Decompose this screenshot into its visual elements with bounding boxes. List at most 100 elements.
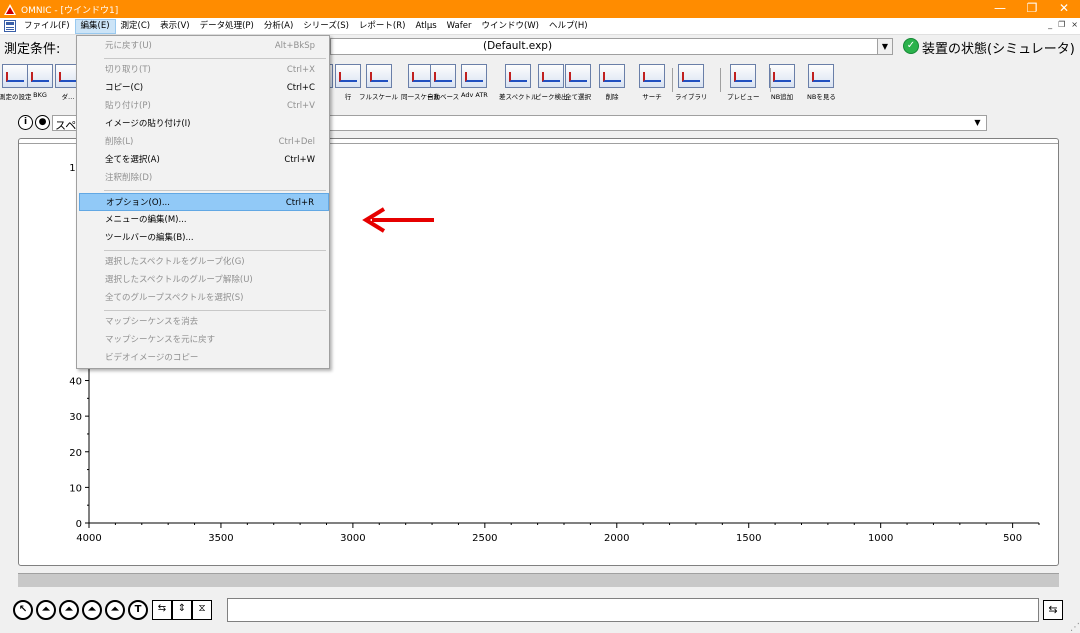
toolbar-label: 削除 bbox=[605, 93, 619, 101]
toolbar-button-24[interactable]: NB追加 bbox=[769, 64, 795, 101]
edit-menu-item-11[interactable]: メニューの編集(M)... bbox=[79, 211, 329, 229]
menu-item-label: マップシーケンスを消去 bbox=[105, 317, 199, 327]
edit-menu-item-2[interactable]: 切り取り(T) Ctrl+X bbox=[79, 61, 329, 79]
toolbar-button-20[interactable]: 削除 bbox=[599, 64, 625, 101]
y-tick-label: 10 bbox=[69, 483, 82, 494]
menu-separator bbox=[104, 310, 326, 311]
minimize-button[interactable]: — bbox=[984, 0, 1016, 18]
menu-item-shortcut: Alt+BkSp bbox=[274, 41, 315, 51]
menu-8[interactable]: Atlμs bbox=[410, 19, 441, 34]
bottom-tool-3-icon[interactable]: ⏶ bbox=[82, 600, 102, 620]
chevron-down-icon[interactable]: ▼ bbox=[969, 116, 986, 130]
menu-item-label: 削除(L) bbox=[105, 137, 134, 147]
experiment-select[interactable]: (Default.exp) ▼ bbox=[330, 38, 893, 55]
bottom-tool-6-icon[interactable]: ⇆ bbox=[152, 600, 172, 620]
menu-separator bbox=[104, 190, 326, 191]
toolbar-button-15[interactable]: 自動ベース bbox=[427, 64, 459, 101]
edit-menu-item-7[interactable]: 全てを選択(A) Ctrl+W bbox=[79, 151, 329, 169]
edit-menu-item-3[interactable]: コピー(C) Ctrl+C bbox=[79, 79, 329, 97]
edit-menu-item-10[interactable]: オプション(O)... Ctrl+R bbox=[79, 193, 329, 211]
toolbar-button-19[interactable]: 全て選択 bbox=[565, 64, 591, 101]
menu-2[interactable]: 測定(C) bbox=[116, 19, 156, 34]
menu-11[interactable]: ヘルプ(H) bbox=[544, 19, 593, 34]
spectrum-color-icon[interactable]: ● bbox=[35, 115, 50, 130]
edit-menu-item-8[interactable]: 注釈削除(D) bbox=[79, 169, 329, 187]
bottom-tool-7-icon[interactable]: ⇕ bbox=[172, 600, 192, 620]
menu-item-label: 全てを選択(A) bbox=[105, 155, 160, 165]
restore-button[interactable]: ❐ bbox=[1016, 0, 1048, 18]
menu-item-label: オプション(O)... bbox=[106, 198, 170, 208]
info-icon[interactable]: i bbox=[18, 115, 33, 130]
menu-0[interactable]: ファイル(F) bbox=[19, 19, 75, 34]
edit-menu-item-20[interactable]: ビデオイメージのコピー bbox=[79, 349, 329, 367]
menu-9[interactable]: Wafer bbox=[442, 19, 477, 34]
menu-10[interactable]: ウインドウ(W) bbox=[476, 19, 544, 34]
experiment-label: 測定条件: bbox=[4, 42, 61, 57]
menu-item-label: 切り取り(T) bbox=[105, 65, 151, 75]
bottom-tool-0-icon[interactable]: ↖ bbox=[13, 600, 33, 620]
menu-item-label: メニューの編集(M)... bbox=[105, 215, 187, 225]
toolbar-icon bbox=[2, 64, 29, 88]
edit-menu-item-6[interactable]: 削除(L) Ctrl+Del bbox=[79, 133, 329, 151]
menu-1[interactable]: 編集(E) bbox=[74, 18, 116, 34]
edit-menu-item-0[interactable]: 元に戻す(U) Alt+BkSp bbox=[79, 37, 329, 55]
bottom-toolbar: ⇆ ↖ ⏶ ⏶ ⏶ ⏶ T ⇆ ⇕ ⧖ bbox=[0, 594, 1080, 628]
red-arrow-icon bbox=[362, 207, 434, 233]
toolbar-label: BKG bbox=[33, 91, 47, 99]
toolbar-button-17[interactable]: 差スペクトル bbox=[499, 64, 538, 101]
edit-menu-item-14[interactable]: 選択したスペクトルをグループ化(G) bbox=[79, 253, 329, 271]
edit-menu-item-16[interactable]: 全てのグループスペクトルを選択(S) bbox=[79, 289, 329, 307]
menu-5[interactable]: 分析(A) bbox=[259, 19, 298, 34]
bottom-tool-1-icon[interactable]: ⏶ bbox=[36, 600, 56, 620]
toolbar-button-22[interactable]: ライブラリ bbox=[675, 64, 708, 101]
close-button[interactable]: ✕ bbox=[1048, 0, 1080, 18]
toolbar-button-1[interactable]: BKG bbox=[27, 64, 53, 99]
menu-item-label: イメージの貼り付け(I) bbox=[105, 119, 191, 129]
command-input[interactable] bbox=[227, 598, 1039, 622]
mdi-close-button[interactable]: × bbox=[1071, 20, 1078, 29]
toolbar-button-23[interactable]: プレビュー bbox=[727, 64, 760, 101]
instrument-status-label[interactable]: 装置の状態(シミュレータ) bbox=[922, 38, 1075, 57]
toolbar-label: 自動ベース bbox=[427, 93, 460, 101]
bottom-tool-8-icon[interactable]: ⧖ bbox=[192, 600, 212, 620]
bottom-tool-2-icon[interactable]: ⏶ bbox=[59, 600, 79, 620]
bottom-tool-4-icon[interactable]: ⏶ bbox=[105, 600, 125, 620]
resize-grip-icon[interactable]: ⋰ bbox=[1070, 622, 1080, 633]
edit-menu-item-4[interactable]: 貼り付け(P) Ctrl+V bbox=[79, 97, 329, 115]
x-tick-label: 1000 bbox=[868, 533, 893, 544]
mdi-minimize-button[interactable]: _ bbox=[1048, 20, 1052, 29]
edit-menu-dropdown: 元に戻す(U) Alt+BkSp 切り取り(T) Ctrl+X コピー(C) Ctrl+C… bbox=[76, 35, 330, 369]
bottom-tool-5-icon[interactable]: T bbox=[128, 600, 148, 620]
menu-7[interactable]: レポート(R) bbox=[354, 19, 411, 34]
spectrum-title-value: スペ bbox=[55, 119, 77, 132]
chevron-down-icon[interactable]: ▼ bbox=[877, 39, 892, 54]
document-icon[interactable] bbox=[4, 20, 16, 32]
edit-menu-item-18[interactable]: マップシーケンスを消去 bbox=[79, 313, 329, 331]
toolbar-button-21[interactable]: サーチ bbox=[639, 64, 665, 101]
toolbar-icon bbox=[430, 64, 457, 88]
plot-scrollbar[interactable] bbox=[18, 573, 1059, 587]
menu-3[interactable]: 表示(V) bbox=[155, 19, 194, 34]
mdi-restore-button[interactable]: ❐ bbox=[1058, 20, 1065, 29]
edit-menu-item-12[interactable]: ツールバーの編集(B)... bbox=[79, 229, 329, 247]
edit-menu-item-15[interactable]: 選択したスペクトルのグループ解除(U) bbox=[79, 271, 329, 289]
toolbar-button-18[interactable]: ピーク検出 bbox=[535, 64, 568, 101]
toolbar-icon bbox=[335, 64, 361, 88]
toolbar-button-16[interactable]: Adv ATR bbox=[461, 64, 488, 99]
omnic-window: OMNIC - [ウインドウ1] — ❐ ✕ ファイル(F) 編集(E) 測定(C)… bbox=[0, 0, 1080, 633]
menu-item-label: 注釈削除(D) bbox=[105, 173, 153, 183]
toolbar-icon bbox=[808, 64, 835, 88]
toolbar-button-25[interactable]: NBを見る bbox=[807, 64, 836, 101]
menu-item-label: マップシーケンスを元に戻す bbox=[105, 335, 216, 345]
menu-6[interactable]: シリーズ(S) bbox=[298, 19, 354, 34]
swap-icon[interactable]: ⇆ bbox=[1043, 600, 1063, 620]
edit-menu-item-5[interactable]: イメージの貼り付け(I) bbox=[79, 115, 329, 133]
toolbar-label: NBを見る bbox=[807, 93, 836, 101]
y-tick-label: 40 bbox=[69, 377, 82, 388]
toolbar-button-13[interactable]: フルスケール bbox=[359, 64, 398, 101]
check-status-icon[interactable]: ✓ bbox=[903, 38, 919, 54]
edit-menu-item-19[interactable]: マップシーケンスを元に戻す bbox=[79, 331, 329, 349]
toolbar-icon bbox=[461, 64, 488, 88]
toolbar-button-12[interactable]: 行 bbox=[335, 64, 361, 101]
menu-4[interactable]: データ処理(P) bbox=[195, 19, 259, 34]
